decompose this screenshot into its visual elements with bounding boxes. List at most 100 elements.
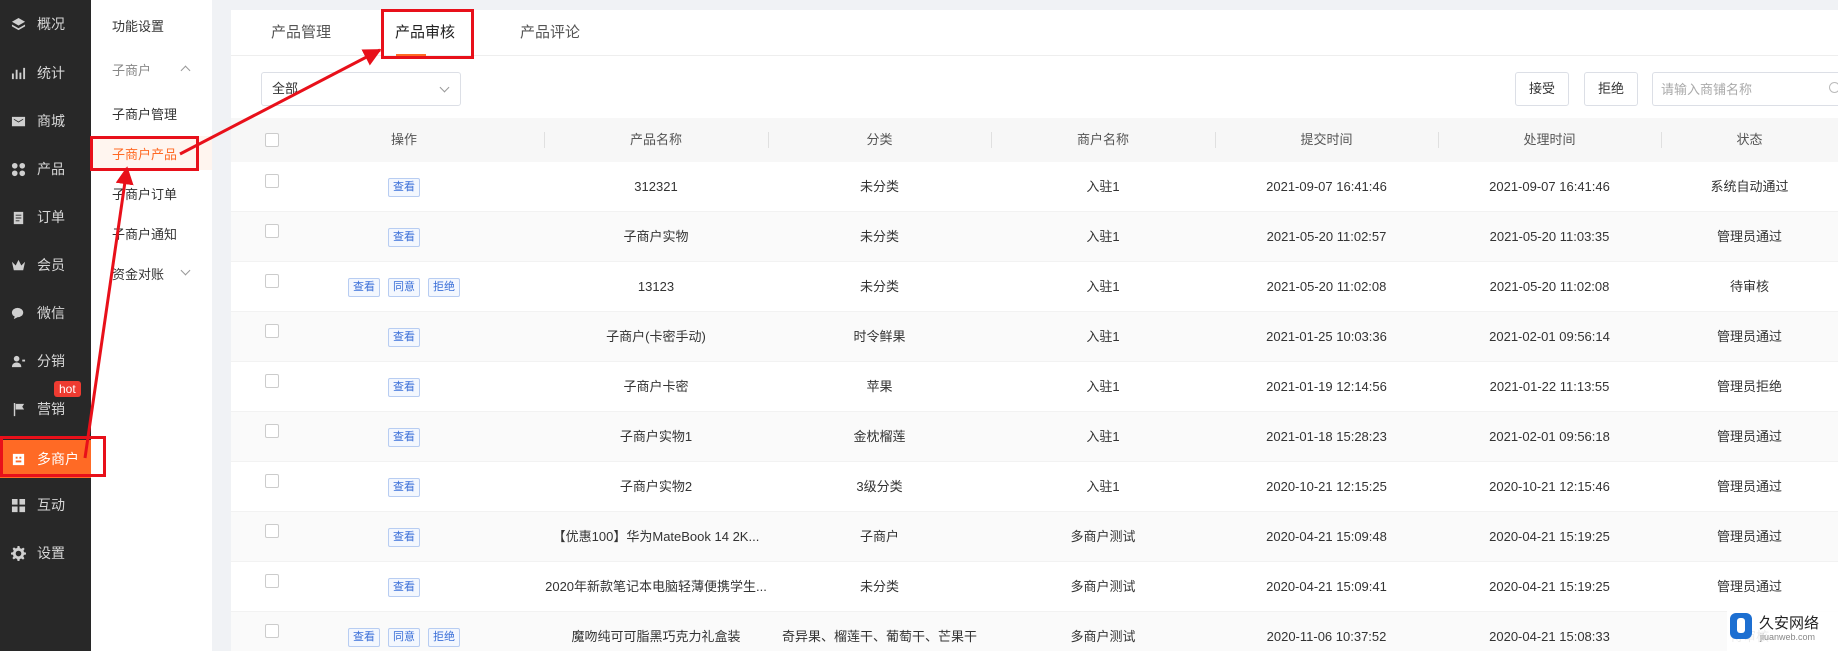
table-row: 查看 子商户卡密 苹果 入驻1 2021-01-19 12:14:56 2021-01-2… — [231, 362, 1838, 412]
view-button[interactable]: 查看 — [388, 327, 420, 347]
merchant-search-input[interactable] — [1652, 72, 1838, 106]
cell-product-name: 子商户(卡密手动) — [606, 329, 706, 344]
view-button[interactable]: 查看 — [388, 477, 420, 497]
cell-processed-time: 2020-04-21 15:19:25 — [1489, 529, 1610, 544]
reject-row-button[interactable]: 拒绝 — [428, 277, 460, 297]
cell-submitted-time: 2020-04-21 15:09:41 — [1266, 579, 1387, 594]
grid-icon — [10, 161, 26, 177]
view-button[interactable]: 查看 — [388, 427, 420, 447]
main-panel: 产品管理 产品审核 产品评论 全部 接受 拒绝 操作 产品名称 分类 商户名称 … — [231, 10, 1838, 651]
submenu-group-sub-merchant[interactable]: 子商户 — [91, 52, 212, 86]
search-icon[interactable] — [1829, 82, 1838, 93]
apps-icon — [10, 497, 26, 513]
cell-merchant: 入驻1 — [1086, 379, 1120, 394]
cell-product-name: 【优惠100】华为MateBook 14 2K... — [552, 529, 760, 544]
cell-category: 未分类 — [859, 229, 899, 244]
reject-row-button[interactable]: 拒绝 — [428, 627, 460, 647]
table-row: 查看 312321 未分类 入驻1 2021-09-07 16:41:46 2021-09… — [231, 162, 1838, 212]
nav-item-label: 分销 — [37, 353, 65, 369]
nav-item-label: 产品 — [37, 161, 65, 177]
cell-product-name: 魔吻纯可可脂黑巧克力礼盒装 — [571, 629, 741, 644]
cell-merchant: 入驻1 — [1086, 229, 1120, 244]
nav-item-distribution[interactable]: 分销 — [0, 343, 91, 379]
row-checkbox[interactable] — [265, 274, 279, 288]
cell-submitted-time: 2021-01-25 10:03:36 — [1266, 329, 1387, 344]
cell-submitted-time: 2020-11-06 10:37:52 — [1266, 629, 1387, 644]
watermark-subtitle: jiuanweb.com — [1760, 632, 1816, 642]
row-checkbox[interactable] — [265, 324, 279, 338]
view-button[interactable]: 查看 — [388, 377, 420, 397]
column-header-processed-time: 处理时间 — [1523, 132, 1576, 147]
tab-product-management[interactable]: 产品管理 — [271, 10, 331, 56]
column-header-status: 状态 — [1736, 132, 1763, 147]
select-all-checkbox[interactable] — [265, 133, 279, 147]
submenu-sub-merchant-products[interactable]: 子商户产品 — [91, 136, 212, 170]
nav-item-product[interactable]: 产品 — [0, 151, 91, 187]
chart-icon — [10, 65, 26, 81]
submenu-feature-settings[interactable]: 功能设置 — [91, 8, 212, 42]
nav-item-label: 会员 — [37, 257, 65, 273]
status-filter-select[interactable]: 全部 — [261, 72, 461, 106]
cell-merchant: 入驻1 — [1086, 329, 1120, 344]
chevron-down-icon — [180, 265, 191, 276]
nav-item-member[interactable]: 会员 — [0, 247, 91, 283]
crown-icon — [10, 257, 26, 273]
submenu-label: 子商户 — [112, 62, 152, 78]
cell-category: 未分类 — [859, 179, 899, 194]
row-actions: 查看 同意 拒绝 — [319, 612, 489, 651]
view-button[interactable]: 查看 — [348, 627, 380, 647]
nav-item-multi-merchant[interactable]: 多商户 — [0, 440, 91, 478]
nav-item-statistics[interactable]: 统计 — [0, 55, 91, 91]
watermark-logo-icon — [1730, 613, 1752, 639]
nav-item-marketing[interactable]: 营销 — [0, 391, 91, 427]
view-button[interactable]: 查看 — [348, 277, 380, 297]
nav-item-overview[interactable]: 概况 — [0, 6, 91, 42]
nav-item-settings[interactable]: 设置 — [0, 535, 91, 571]
cell-status: 管理员通过 — [1716, 229, 1782, 244]
cell-processed-time: 2020-04-21 15:08:33 — [1489, 629, 1610, 644]
store-icon — [10, 451, 26, 467]
tab-product-review[interactable]: 产品审核 — [395, 10, 455, 56]
row-checkbox[interactable] — [265, 624, 279, 638]
row-checkbox[interactable] — [265, 474, 279, 488]
approve-button[interactable]: 同意 — [388, 277, 420, 297]
cell-status: 管理员通过 — [1716, 479, 1782, 494]
row-checkbox[interactable] — [265, 524, 279, 538]
tab-product-comments[interactable]: 产品评论 — [520, 10, 580, 56]
approve-button[interactable]: 同意 — [388, 627, 420, 647]
nav-item-wechat[interactable]: 微信 — [0, 295, 91, 331]
row-checkbox[interactable] — [265, 374, 279, 388]
view-button[interactable]: 查看 — [388, 177, 420, 197]
table-row: 查看 子商户(卡密手动) 时令鲜果 入驻1 2021-01-25 10:03:36 202… — [231, 312, 1838, 362]
watermark: 久安网络 jiuanweb.com — [1727, 608, 1838, 651]
view-button[interactable]: 查看 — [388, 227, 420, 247]
submenu-group-reconciliation[interactable]: 资金对账 — [91, 256, 212, 290]
nav-item-interaction[interactable]: 互动 — [0, 487, 91, 523]
clipboard-icon — [10, 209, 26, 225]
nav-item-mall[interactable]: 商城 — [0, 103, 91, 139]
row-checkbox[interactable] — [265, 574, 279, 588]
cell-processed-time: 2021-02-01 09:56:14 — [1489, 329, 1610, 344]
view-button[interactable]: 查看 — [388, 527, 420, 547]
column-header-merchant: 商户名称 — [1076, 132, 1129, 147]
column-header-submitted-time: 提交时间 — [1300, 132, 1353, 147]
cell-product-name: 13123 — [637, 279, 675, 294]
row-actions: 查看 — [319, 562, 489, 612]
view-button[interactable]: 查看 — [388, 577, 420, 597]
row-checkbox[interactable] — [265, 424, 279, 438]
user-share-icon — [10, 353, 26, 369]
cell-status: 管理员通过 — [1716, 429, 1782, 444]
accept-button[interactable]: 接受 — [1515, 72, 1570, 106]
reject-button[interactable]: 拒绝 — [1584, 72, 1639, 106]
table-row: 查看 2020年新款笔记本电脑轻薄便携学生... 未分类 多商户测试 2020-04-2… — [231, 562, 1838, 612]
submenu-sub-merchant-management[interactable]: 子商户管理 — [91, 96, 212, 130]
row-checkbox[interactable] — [265, 174, 279, 188]
row-checkbox[interactable] — [265, 224, 279, 238]
submenu-sub-merchant-notice[interactable]: 子商户通知 — [91, 216, 212, 250]
cell-submitted-time: 2020-04-21 15:09:48 — [1266, 529, 1387, 544]
submenu-sub-merchant-orders[interactable]: 子商户订单 — [91, 176, 212, 210]
nav-item-order[interactable]: 订单 — [0, 199, 91, 235]
layers-icon — [10, 16, 26, 32]
table-row: 查看 【优惠100】华为MateBook 14 2K... 子商户 多商户测试 2020… — [231, 512, 1838, 562]
row-actions: 查看 同意 拒绝 — [319, 262, 489, 312]
